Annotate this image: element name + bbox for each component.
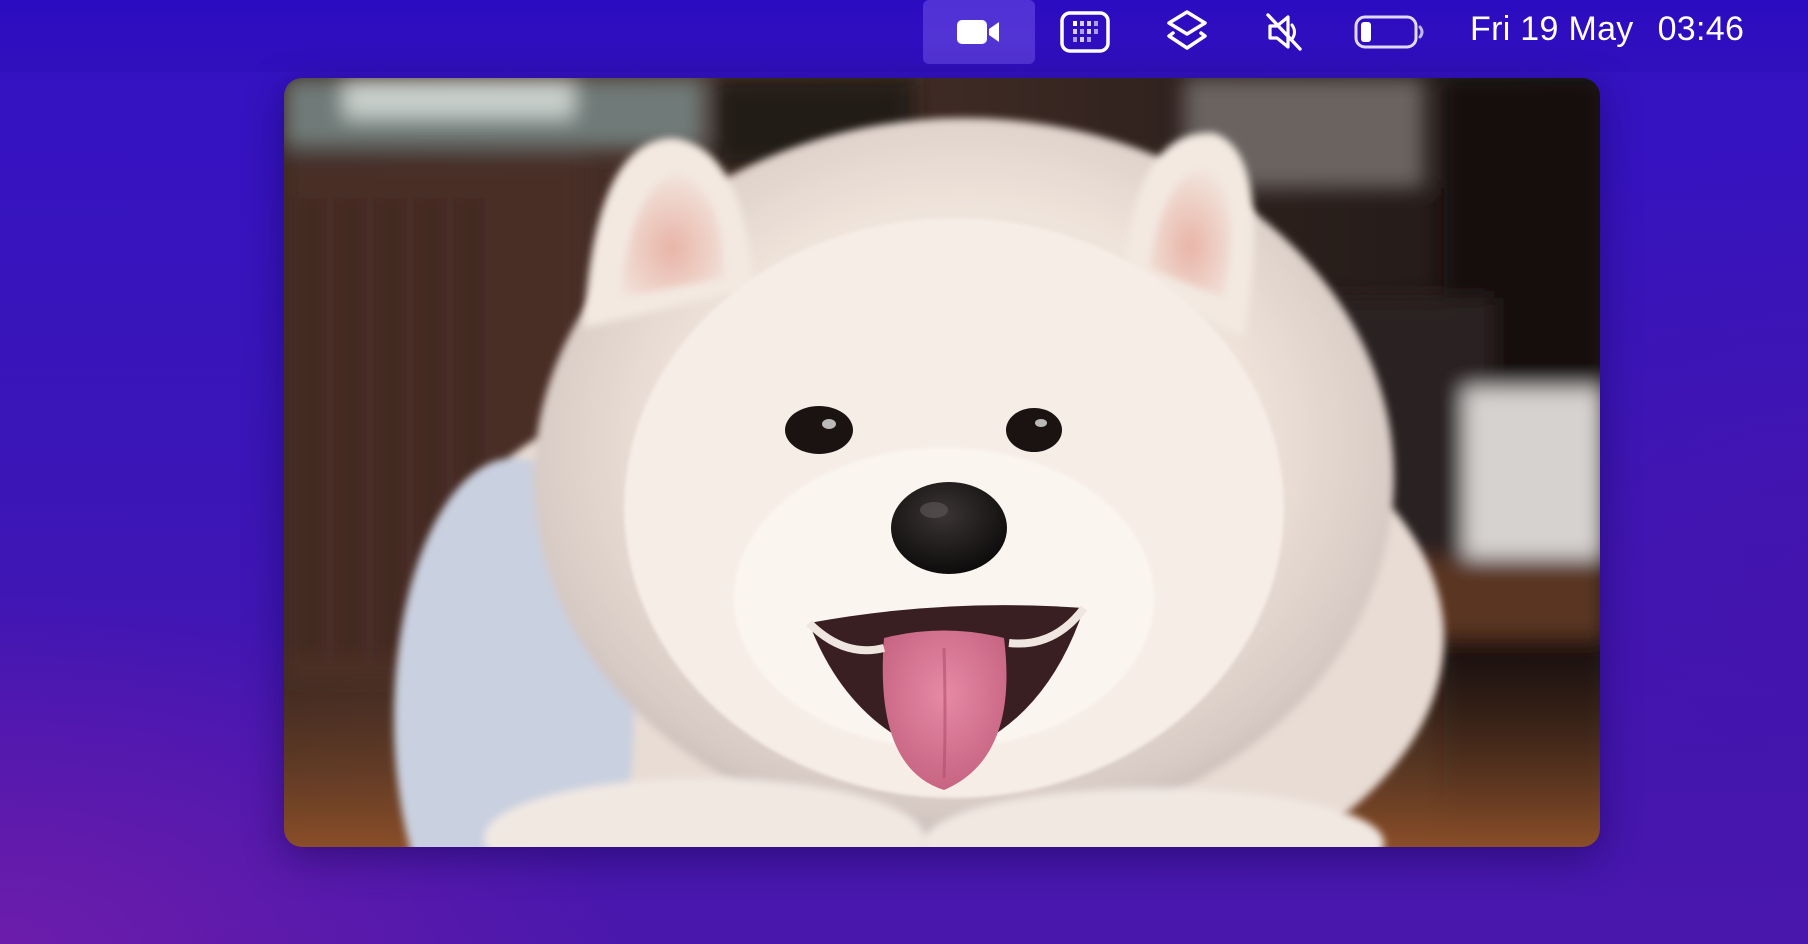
layers-icon (1167, 10, 1207, 50)
volume-menu-item[interactable] (1252, 0, 1316, 64)
photo-window[interactable] (284, 78, 1600, 847)
screen-grid-menu-item[interactable] (1053, 0, 1117, 64)
battery-menu-item[interactable] (1350, 0, 1430, 64)
menu-bar: Fri 19 May 03:46 (0, 0, 1808, 72)
battery-icon (1354, 15, 1424, 49)
screen-grid-icon (1060, 11, 1110, 53)
video-camera-menu-item[interactable] (923, 0, 1035, 64)
layers-menu-item[interactable] (1155, 0, 1219, 64)
video-camera-icon (957, 20, 999, 44)
clock-date: Fri 19 May (1470, 9, 1634, 48)
puppy-photo (284, 78, 1600, 847)
clock[interactable]: Fri 19 May 03:46 (1470, 0, 1744, 58)
clock-time: 03:46 (1657, 9, 1745, 48)
speaker-muted-icon (1266, 13, 1302, 51)
